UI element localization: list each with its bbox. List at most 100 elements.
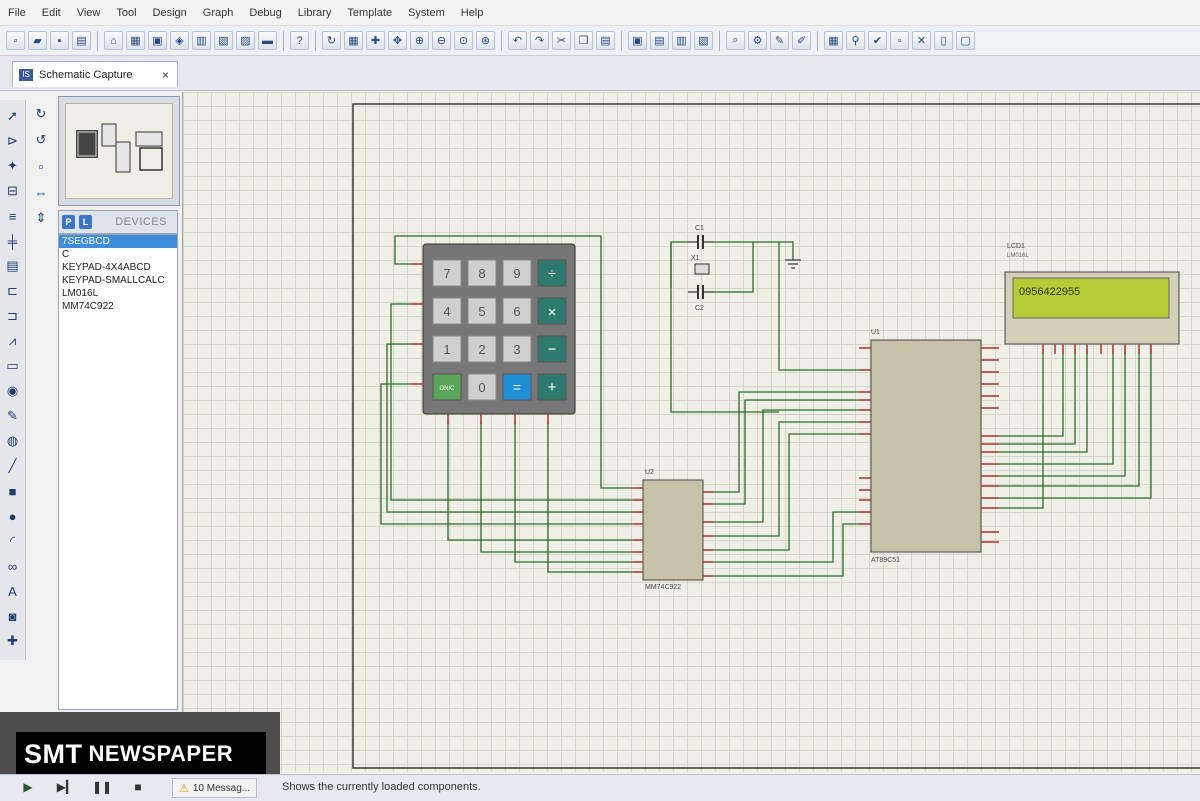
remove-sheet-icon[interactable]: ✕ xyxy=(912,31,931,50)
help-icon[interactable]: ? xyxy=(290,31,309,50)
list-item[interactable]: MM74C922 xyxy=(59,300,177,313)
generator-icon[interactable]: ◉ xyxy=(4,381,22,401)
lcd-display-component[interactable]: LCD1 LM016L 0956422955 xyxy=(1004,243,1180,345)
new-sheet-icon[interactable]: ▫ xyxy=(890,31,909,50)
menu-view[interactable]: View xyxy=(77,7,101,19)
list-item[interactable]: C xyxy=(59,248,177,261)
undo-icon[interactable]: ↶ xyxy=(508,31,527,50)
grid-toggle-icon[interactable]: ▦ xyxy=(344,31,363,50)
stop-icon[interactable]: ■ xyxy=(130,779,146,795)
origin-icon[interactable]: ✚ xyxy=(366,31,385,50)
zoom-all-icon[interactable]: ⊙ xyxy=(454,31,473,50)
buses-icon[interactable]: ╪ xyxy=(4,231,22,251)
menu-design[interactable]: Design xyxy=(153,7,187,19)
list-item[interactable]: KEYPAD-SMALLCALC xyxy=(59,274,177,287)
subcircuit-icon[interactable]: ▤ xyxy=(4,256,22,276)
box-tool-icon[interactable]: ■ xyxy=(4,481,22,501)
new-file-icon[interactable]: ▫ xyxy=(6,31,25,50)
play-icon[interactable]: ▶ xyxy=(20,779,36,795)
library-manager-button[interactable]: L xyxy=(79,215,92,229)
menu-library[interactable]: Library xyxy=(298,7,332,19)
rotate-clockwise-icon[interactable]: ↻ xyxy=(32,104,50,124)
menu-template[interactable]: Template xyxy=(347,7,392,19)
refresh-icon[interactable]: ↻ xyxy=(322,31,341,50)
text-script-icon[interactable]: ≡ xyxy=(4,206,22,226)
notes-icon[interactable]: ▬ xyxy=(258,31,277,50)
close-icon[interactable]: × xyxy=(162,68,169,82)
menu-graph[interactable]: Graph xyxy=(203,7,234,19)
pan-icon[interactable]: ✥ xyxy=(388,31,407,50)
encoder-u2[interactable]: U2 MM74C922 xyxy=(642,469,704,591)
list-item[interactable]: KEYPAD-4X4ABCD xyxy=(59,261,177,274)
symbol-tool-icon[interactable]: ◙ xyxy=(4,606,22,626)
menu-tool[interactable]: Tool xyxy=(116,7,136,19)
tape-recorder-icon[interactable]: ▭ xyxy=(4,356,22,376)
mirror-vertical-icon[interactable]: ⇕ xyxy=(32,208,50,228)
wire-label-icon[interactable]: ⊟ xyxy=(4,181,22,201)
redo-icon[interactable]: ↷ xyxy=(530,31,549,50)
property-assignment-icon[interactable]: ✔ xyxy=(868,31,887,50)
menu-debug[interactable]: Debug xyxy=(249,7,281,19)
schematic-canvas[interactable]: 7 8 9 ÷ 4 5 6 × 1 2 3 − ON/C 0 = + C1 X1… xyxy=(182,92,1200,772)
menu-edit[interactable]: Edit xyxy=(42,7,61,19)
virtual-instruments-icon[interactable]: ◍ xyxy=(4,431,22,451)
rotate-anticlockwise-icon[interactable]: ↺ xyxy=(32,130,50,150)
oscillator-circuit[interactable]: C1 X1 C2 xyxy=(688,225,801,312)
make-device-icon[interactable]: ⚙ xyxy=(748,31,767,50)
marker-tool-icon[interactable]: ✚ xyxy=(4,631,22,651)
home-icon[interactable]: ⌂ xyxy=(104,31,123,50)
overview-window[interactable] xyxy=(58,96,180,206)
3d-view-icon[interactable]: ◈ xyxy=(170,31,189,50)
save-icon[interactable]: ▪ xyxy=(50,31,69,50)
terminals-icon[interactable]: ⊏ xyxy=(4,281,22,301)
bill-of-materials-icon[interactable]: ▨ xyxy=(236,31,255,50)
graph-mode-icon[interactable]: ⩘ xyxy=(4,331,22,351)
cut-icon[interactable]: ✂ xyxy=(552,31,571,50)
block-move-icon[interactable]: ▤ xyxy=(650,31,669,50)
messages-button[interactable]: ⚠ 10 Messag... xyxy=(172,778,258,798)
block-copy-icon[interactable]: ▣ xyxy=(628,31,647,50)
step-icon[interactable]: ▶▎ xyxy=(57,779,75,795)
pick-device-icon[interactable]: ⌕ xyxy=(726,31,745,50)
text-tool-icon[interactable]: A xyxy=(4,581,22,601)
junction-dot-icon[interactable]: ✦ xyxy=(4,156,22,176)
open-folder-icon[interactable]: ▰ xyxy=(28,31,47,50)
menu-system[interactable]: System xyxy=(408,7,445,19)
exit-to-parent-icon[interactable]: ▯ xyxy=(934,31,953,50)
paste-icon[interactable]: ▤ xyxy=(596,31,615,50)
copy-icon[interactable]: ❐ xyxy=(574,31,593,50)
import-icon[interactable]: ▤ xyxy=(72,31,91,50)
search-tag-icon[interactable]: ⚲ xyxy=(846,31,865,50)
device-pins-icon[interactable]: ⊐ xyxy=(4,306,22,326)
microcontroller-u1[interactable]: U1 AT89C51 xyxy=(870,329,982,564)
list-item[interactable]: LM016L xyxy=(59,287,177,300)
mirror-horizontal-icon[interactable]: ⇔ xyxy=(32,182,50,202)
design-explorer-icon[interactable]: ▧ xyxy=(214,31,233,50)
schematic-icon[interactable]: ▦ xyxy=(126,31,145,50)
netlist-icon[interactable]: ▢ xyxy=(956,31,975,50)
rotation-angle-field[interactable]: ▫ xyxy=(32,156,50,176)
packaging-tool-icon[interactable]: ✎ xyxy=(770,31,789,50)
pcb-icon[interactable]: ▣ xyxy=(148,31,167,50)
menu-help[interactable]: Help xyxy=(461,7,484,19)
pick-devices-button[interactable]: P xyxy=(62,215,75,229)
line-tool-icon[interactable]: ╱ xyxy=(4,456,22,476)
zoom-area-icon[interactable]: ⊛ xyxy=(476,31,495,50)
tab-schematic-capture[interactable]: IS Schematic Capture × xyxy=(12,61,178,87)
zoom-out-icon[interactable]: ⊖ xyxy=(432,31,451,50)
pause-icon[interactable]: ❚❚ xyxy=(92,779,112,795)
zoom-in-icon[interactable]: ⊕ xyxy=(410,31,429,50)
menu-file[interactable]: File xyxy=(8,7,26,19)
circle-tool-icon[interactable]: ● xyxy=(4,506,22,526)
arc-tool-icon[interactable]: ◜ xyxy=(4,531,22,551)
decompose-icon[interactable]: ✐ xyxy=(792,31,811,50)
wire-autorouter-icon[interactable]: ▦ xyxy=(824,31,843,50)
keypad-component[interactable]: 7 8 9 ÷ 4 5 6 × 1 2 3 − ON/C 0 = + xyxy=(422,243,576,415)
component-mode-icon[interactable]: ⊳ xyxy=(4,131,22,151)
block-rotate-icon[interactable]: ▥ xyxy=(672,31,691,50)
block-delete-icon[interactable]: ▧ xyxy=(694,31,713,50)
gerber-icon[interactable]: ▥ xyxy=(192,31,211,50)
path-tool-icon[interactable]: ∞ xyxy=(4,556,22,576)
list-item[interactable]: 7SEGBCD xyxy=(59,235,177,248)
selection-mode-icon[interactable]: ➚ xyxy=(4,106,22,126)
